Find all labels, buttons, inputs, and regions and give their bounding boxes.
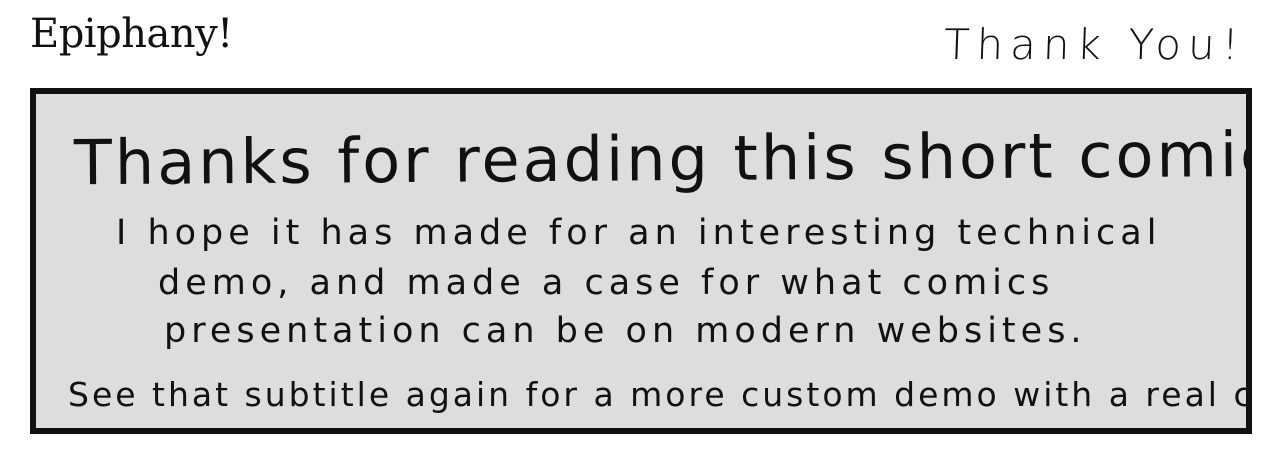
panel-body-line-2: demo, and made a case for what comics bbox=[158, 263, 1055, 303]
panel-body-line-1: I hope it has made for an interesting te… bbox=[116, 213, 1162, 253]
page-heading: Thank You! bbox=[943, 20, 1247, 69]
panel-headline: Thanks for reading this short comic! bbox=[73, 117, 1252, 200]
comic-panel: Thanks for reading this short comic! I h… bbox=[30, 88, 1252, 434]
panel-body-line-3: presentation can be on modern websites. bbox=[164, 311, 1087, 351]
site-title[interactable]: Epiphany! bbox=[30, 14, 233, 54]
panel-footer: See that subtitle again for a more custo… bbox=[68, 375, 1252, 414]
